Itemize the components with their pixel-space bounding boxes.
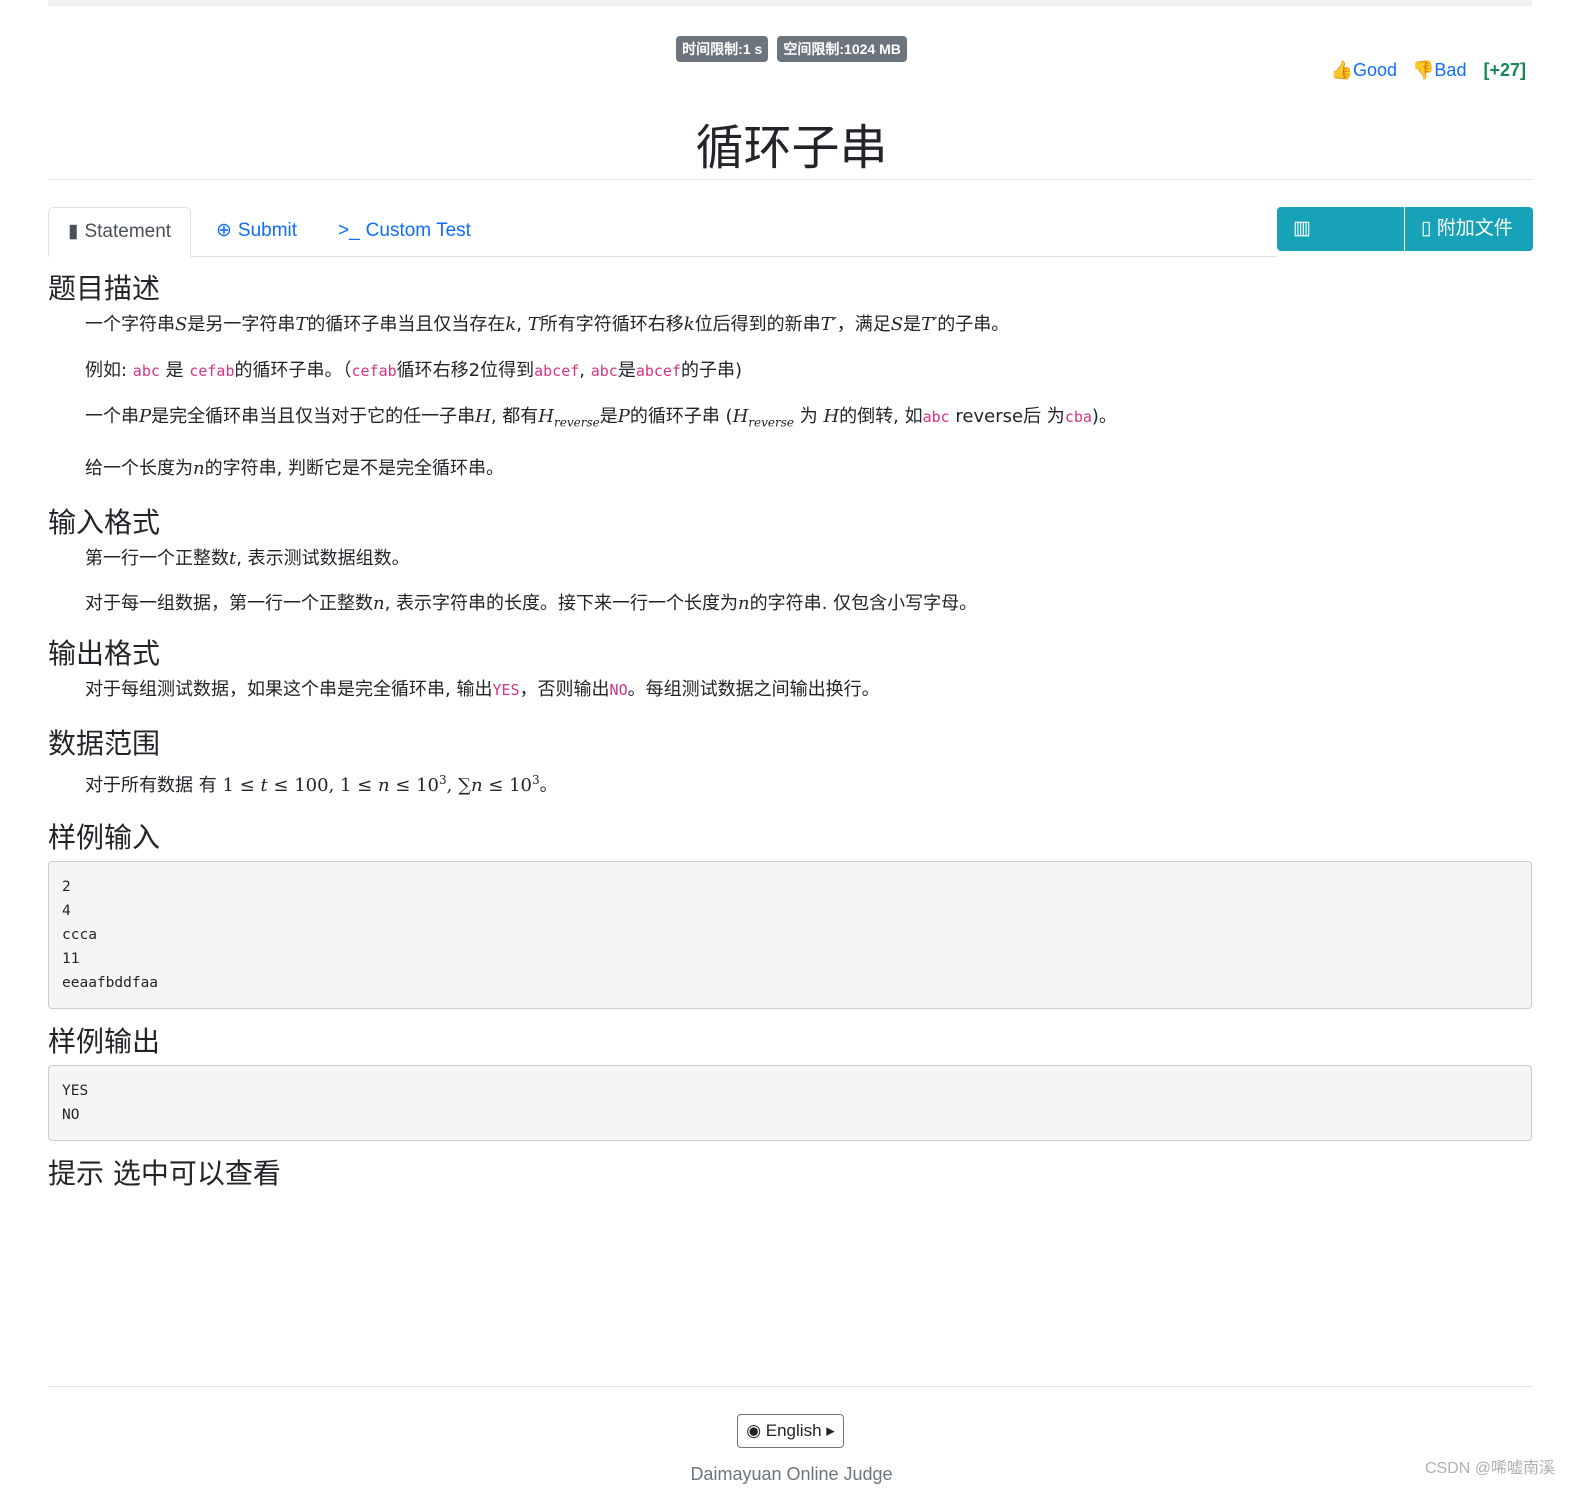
tab-custom-test[interactable]: >_ Custom Test [338, 207, 471, 255]
caret-right-icon: ▸ [826, 1421, 835, 1440]
file-icon: ▯ [1421, 218, 1432, 239]
bad-label: Bad [1434, 60, 1467, 80]
limits-bar: 时间限制:1 s 空间限制:1024 MB [0, 36, 1583, 62]
language-button[interactable]: ◉ English ▸ [737, 1414, 844, 1448]
vote-bar: 👍Good 👎Bad [+27] [1321, 60, 1526, 81]
thumbs-down-icon: 👎 [1412, 60, 1435, 80]
upload-circle-icon: ⊕ [216, 220, 232, 241]
attachments-label: 附加文件 [1436, 218, 1513, 239]
problem-actions: ▥ Statistics ▯ 附加文件 [1277, 207, 1533, 283]
terminal-icon: >_ [338, 220, 360, 241]
vote-score: [+27] [1483, 60, 1526, 80]
watermark: CSDN @唏嘘南溪 [1424, 1460, 1555, 1477]
output-paragraph-1: 对于每组测试数据，如果这个串是完全循环串, 输出YES，否则输出NO。每组测试数… [85, 678, 880, 700]
globe-icon: ◉ [746, 1421, 762, 1440]
title-divider [48, 179, 1532, 180]
site-name[interactable]: Daimayuan Online Judge [0, 1464, 1583, 1485]
sample-input-block[interactable]: 2 4 ccca 11 eeaafbddfaa [48, 860, 1532, 1009]
time-limit-badge: 时间限制:1 s [676, 36, 769, 62]
sample-output-heading: 样例输出 [48, 1024, 161, 1058]
output-heading: 输出格式 [48, 636, 161, 670]
thumbs-up-icon: 👍 [1330, 60, 1353, 80]
tab-statement-label: Statement [84, 221, 172, 242]
bad-link[interactable]: 👎Bad [1412, 60, 1466, 80]
tab-submit-label: Submit [237, 220, 298, 241]
page-title: 循环子串 [695, 120, 888, 176]
description-paragraph-3: 一个串P是完全循环串当且仅当对于它的任一子串H, 都有Hreverse是P的循环… [85, 406, 1117, 430]
input-paragraph-1: 第一行一个正整数t, 表示测试数据组数。 [85, 547, 410, 569]
good-link[interactable]: 👍Good [1331, 60, 1397, 80]
description-paragraph-1: 一个字符串S是另一字符串T的循环子串当且仅当存在k, T所有字符循环右移k位后得… [85, 314, 1010, 335]
attachments-button[interactable]: ▯ 附加文件 [1405, 207, 1533, 251]
language-label: English [765, 1421, 822, 1440]
range-paragraph-1: 对于所有数据 有 1 ≤ t ≤ 100, 1 ≤ n ≤ 103, ∑n ≤ … [85, 772, 558, 796]
memory-limit-badge: 空间限制:1024 MB [777, 36, 907, 62]
problem-statement: 题目描述 一个字符串S是另一字符串T的循环子串当且仅当存在k, T所有字符循环右… [48, 270, 1532, 1193]
tab-submit[interactable]: ⊕ Submit [216, 207, 297, 255]
sample-output-block[interactable]: YES NO [48, 1064, 1532, 1141]
problem-tabs: ▮ Statement ⊕ Submit >_ Custom Test [48, 207, 1277, 257]
tab-statement[interactable]: ▮ Statement [48, 207, 192, 257]
hint-heading[interactable]: 提示 选中可以查看 [48, 1155, 1532, 1193]
footer-divider [48, 1386, 1532, 1387]
statistics-button[interactable]: ▥ Statistics [1277, 207, 1404, 283]
input-paragraph-2: 对于每一组数据，第一行一个正整数n, 表示字符串的长度。接下来一行一个长度为n的… [85, 592, 978, 614]
input-heading: 输入格式 [48, 505, 161, 539]
description-heading: 题目描述 [48, 272, 161, 305]
sample-input-heading: 样例输入 [48, 820, 161, 854]
description-paragraph-4: 给一个长度为n的字符串, 判断它是不是完全循环串。 [85, 457, 505, 479]
bar-chart-icon: ▥ [1293, 218, 1311, 239]
tab-custom-test-label: Custom Test [365, 220, 471, 241]
book-icon: ▮ [68, 221, 79, 242]
description-paragraph-2: 例如: abc 是 cefab的循环子串。（cefab循环右移2位得到abcef… [85, 360, 742, 381]
good-label: Good [1352, 60, 1397, 80]
top-bar [48, 0, 1532, 6]
range-heading: 数据范围 [48, 726, 161, 760]
